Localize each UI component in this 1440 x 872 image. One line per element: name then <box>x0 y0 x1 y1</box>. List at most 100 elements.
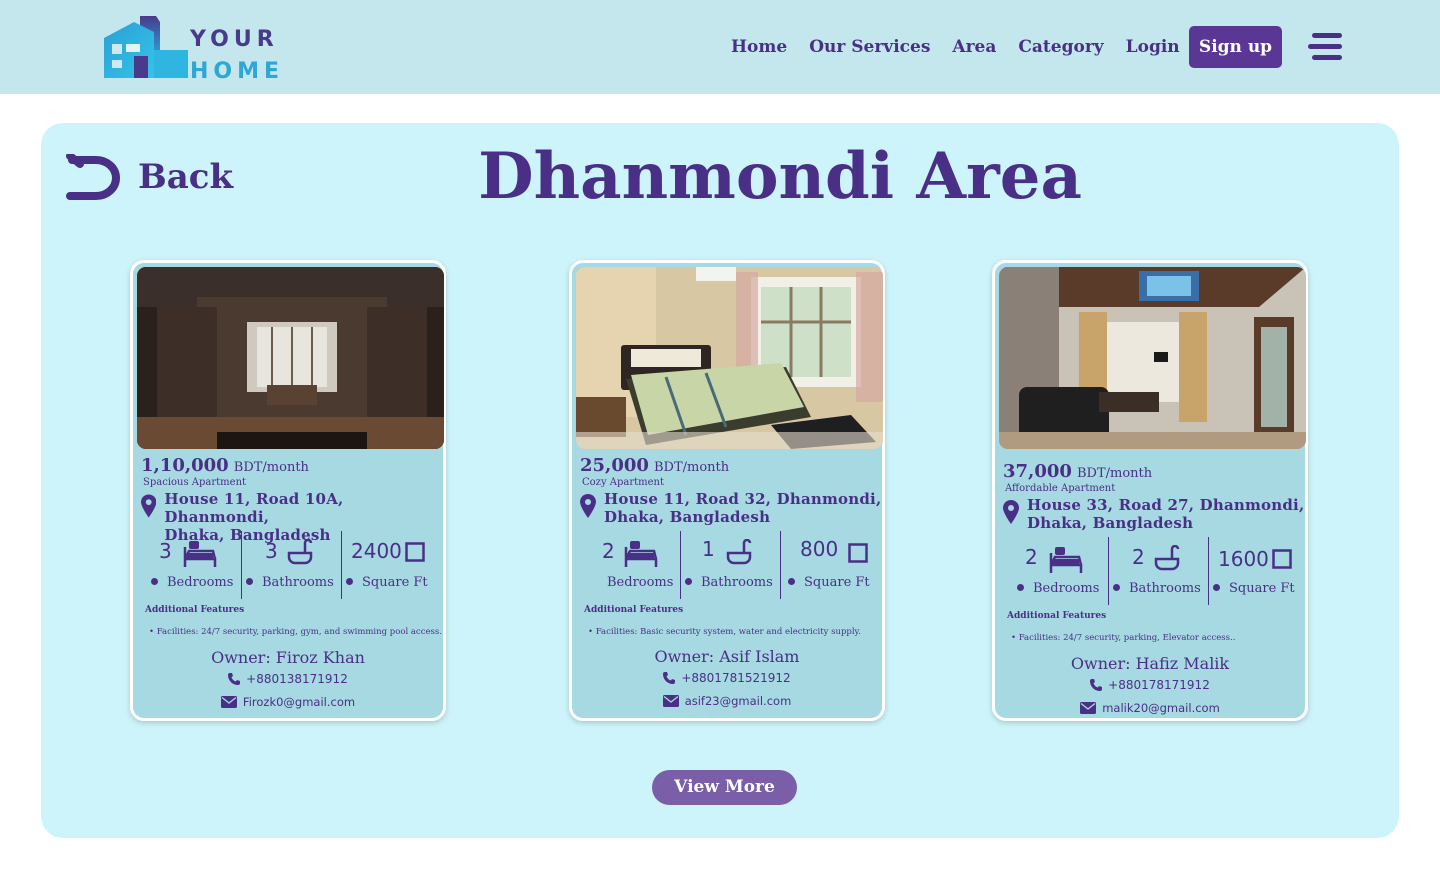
house-building-icon <box>104 16 188 78</box>
bathrooms-count: 3 <box>265 539 278 563</box>
bathtub-icon <box>1154 545 1180 571</box>
owner-name: Owner: Asif Islam <box>654 647 800 666</box>
email-address: asif23@gmail.com <box>684 694 792 708</box>
brand-logo[interactable]: YOUR HOME <box>104 14 279 84</box>
nav-link-area[interactable]: Area <box>952 33 996 61</box>
owner-email[interactable]: malik20@gmail.com <box>995 701 1305 715</box>
additional-features-heading: Additional Features <box>584 605 684 615</box>
email-address: malik20@gmail.com <box>1102 701 1220 715</box>
nav-link-our-services[interactable]: Our Services <box>809 33 930 61</box>
owner-phone[interactable]: +880138171912 <box>133 672 443 686</box>
phone-icon <box>228 672 241 685</box>
nav-link-category[interactable]: Category <box>1018 33 1103 61</box>
area-label: Square Ft <box>804 575 870 590</box>
back-arrow-icon <box>66 154 120 200</box>
phone-icon <box>663 671 676 684</box>
facilities-text: Facilities: Basic security system, water… <box>588 627 861 637</box>
bathrooms-count: 2 <box>1132 545 1145 569</box>
listing-card[interactable]: 1,10,000 BDT/month Spacious Apartment Ho… <box>130 260 446 721</box>
area-label: Square Ft <box>1229 581 1295 596</box>
additional-features-heading: Additional Features <box>1007 611 1107 621</box>
bedrooms-label: Bedrooms <box>1033 581 1100 596</box>
view-more-button[interactable]: View More <box>652 770 797 805</box>
square-area-icon <box>1272 549 1292 569</box>
property-type: Spacious Apartment <box>143 477 247 488</box>
area-value: 1600 <box>1218 547 1269 571</box>
listing-address: House 11, Road 32, Dhanmondi, Dhaka, Ban… <box>580 490 881 526</box>
bathrooms-label: Bathrooms <box>701 575 773 590</box>
location-pin-icon <box>141 494 157 518</box>
bathrooms-label: Bathrooms <box>1129 581 1201 596</box>
address-line-2: Dhaka, Bangladesh <box>1027 514 1194 532</box>
listing-price: 1,10,000 BDT/month <box>141 455 309 476</box>
bed-icon <box>624 541 658 567</box>
bathtub-icon <box>287 539 313 565</box>
back-label: Back <box>138 157 234 197</box>
location-pin-icon <box>580 494 596 518</box>
nav-link-home[interactable]: Home <box>731 33 787 61</box>
bathrooms-label: Bathrooms <box>262 575 334 590</box>
owner-name: Owner: Firoz Khan <box>211 648 365 667</box>
additional-features-heading: Additional Features <box>145 605 245 615</box>
price-amount: 1,10,000 <box>141 455 229 476</box>
price-unit: BDT/month <box>653 460 730 475</box>
page-title: Dhanmondi Area <box>478 139 1082 214</box>
phone-icon <box>1090 678 1103 691</box>
phone-number: +880138171912 <box>246 672 348 686</box>
address-line-1: House 33, Road 27, Dhanmondi, <box>1027 496 1305 514</box>
area-label: Square Ft <box>362 575 428 590</box>
bedrooms-count: 2 <box>602 539 615 563</box>
owner-email[interactable]: asif23@gmail.com <box>572 694 882 708</box>
bedrooms-count: 3 <box>159 539 172 563</box>
owner-phone[interactable]: +880178171912 <box>995 678 1305 692</box>
price-unit: BDT/month <box>1076 466 1153 481</box>
listing-specs: 3 Bedrooms 3 Bathrooms 2400 Square Ft <box>133 531 443 599</box>
main-nav: Home Our Services Area Category Login <box>731 33 1202 61</box>
square-area-icon <box>405 542 425 562</box>
location-pin-icon <box>1003 500 1019 524</box>
bedrooms-label: Bedrooms <box>607 575 674 590</box>
nav-link-login[interactable]: Login <box>1126 33 1180 61</box>
address-line-1: House 11, Road 10A, Dhanmondi, <box>164 490 344 526</box>
listing-price: 25,000 BDT/month <box>580 455 729 476</box>
address-line-1: House 11, Road 32, Dhanmondi, <box>604 490 882 508</box>
area-value: 2400 <box>351 539 402 563</box>
bathtub-icon <box>726 539 752 565</box>
phone-number: +8801781521912 <box>681 671 791 685</box>
email-address: Firozk0@gmail.com <box>242 695 356 709</box>
listing-address: House 33, Road 27, Dhanmondi, Dhaka, Ban… <box>1003 496 1304 532</box>
brand-line-1: YOUR <box>190 27 279 52</box>
listing-specs: 2 Bedrooms 1 Bathrooms 800 Square Ft <box>572 531 882 599</box>
area-value: 800 <box>800 537 839 561</box>
listing-card[interactable]: 37,000 BDT/month Affordable Apartment Ho… <box>992 260 1308 721</box>
owner-phone[interactable]: +8801781521912 <box>572 671 882 685</box>
facilities-text: Facilities: 24/7 security, parking, Elev… <box>1011 633 1236 643</box>
square-area-icon <box>848 543 868 563</box>
envelope-icon <box>220 695 237 708</box>
property-type: Affordable Apartment <box>1005 483 1116 494</box>
bedrooms-count: 2 <box>1025 545 1038 569</box>
signup-button[interactable]: Sign up <box>1189 26 1282 68</box>
bathrooms-count: 1 <box>702 537 715 561</box>
listing-photo[interactable] <box>576 267 883 449</box>
facilities-text: Facilities: 24/7 security, parking, gym,… <box>149 627 442 637</box>
property-type: Cozy Apartment <box>582 477 665 488</box>
hamburger-menu-icon[interactable] <box>1308 33 1342 61</box>
owner-email[interactable]: Firozk0@gmail.com <box>133 695 443 709</box>
price-amount: 37,000 <box>1003 461 1072 482</box>
bed-icon <box>183 541 217 567</box>
phone-number: +880178171912 <box>1108 678 1210 692</box>
price-unit: BDT/month <box>233 460 309 475</box>
listing-specs: 2 Bedrooms 2 Bathrooms 1600 Square Ft <box>995 537 1305 605</box>
owner-name: Owner: Hafiz Malik <box>1070 654 1230 673</box>
back-button[interactable]: Back <box>66 154 233 200</box>
price-amount: 25,000 <box>580 455 649 476</box>
listing-card[interactable]: 25,000 BDT/month Cozy Apartment House 11… <box>569 260 885 721</box>
bedrooms-label: Bedrooms <box>167 575 234 590</box>
listing-photo[interactable] <box>137 267 444 449</box>
listing-photo[interactable] <box>999 267 1306 449</box>
envelope-icon <box>662 694 679 707</box>
address-line-2: Dhaka, Bangladesh <box>604 508 771 526</box>
bed-icon <box>1049 547 1083 573</box>
envelope-icon <box>1080 701 1097 714</box>
